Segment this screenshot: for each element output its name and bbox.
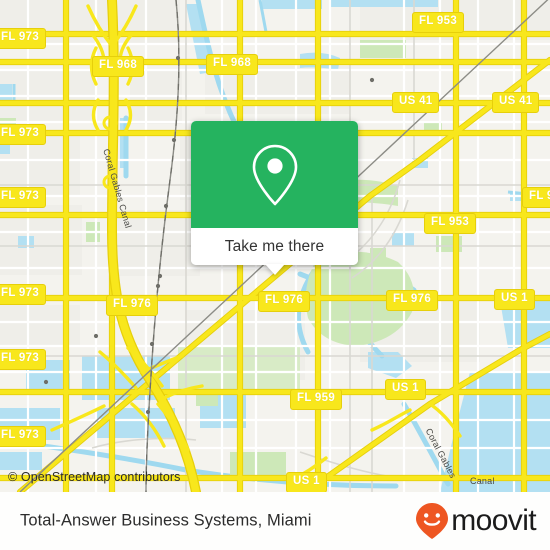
- road-shield: FL 973: [0, 28, 47, 49]
- road-shield: US 41: [492, 92, 540, 113]
- road-shield: FL 973: [0, 187, 47, 208]
- road-shield: FL 976: [258, 291, 311, 312]
- page-title: Total-Answer Business Systems, Miami: [20, 511, 312, 530]
- map-screenshot: FL 973 FL 968 FL 968 FL 953 US 41 US 41 FL 973…: [0, 0, 550, 550]
- map-canvas[interactable]: FL 973 FL 968 FL 968 FL 953 US 41 US 41 FL 973…: [0, 0, 550, 492]
- road-shield: FL 973: [0, 426, 47, 447]
- road-shield: US 1: [494, 289, 535, 310]
- road-shield: FL 953: [412, 12, 465, 33]
- road-shield: FL 973: [0, 349, 47, 370]
- osm-attribution[interactable]: © OpenStreetMap contributors: [8, 470, 181, 484]
- road-shield: FL 976: [386, 290, 439, 311]
- road-shield: FL 973: [0, 284, 47, 305]
- moovit-logo[interactable]: moovit: [415, 502, 537, 540]
- card-action-area[interactable]: Take me there: [191, 228, 358, 265]
- road-shield: FL 9: [522, 187, 550, 208]
- road-shield: US 1: [385, 379, 426, 400]
- road-shield: FL 968: [92, 56, 145, 77]
- footer-bar: Total-Answer Business Systems, Miami moo…: [0, 492, 550, 550]
- moovit-wordmark: moovit: [451, 504, 536, 537]
- road-shield: US 41: [392, 92, 440, 113]
- card-pointer-tip: [264, 264, 285, 275]
- road-shield: US 1: [286, 472, 327, 492]
- road-shield: FL 959: [290, 389, 343, 410]
- water-label: Canal: [470, 476, 495, 486]
- card-image-area: [191, 121, 358, 228]
- road-shield: FL 953: [424, 213, 477, 234]
- take-me-there-label: Take me there: [224, 237, 325, 255]
- road-shield: FL 973: [0, 124, 47, 145]
- place-marker-card[interactable]: Take me there: [191, 121, 358, 275]
- road-shield: FL 976: [106, 295, 159, 316]
- moovit-smiley-pin-icon: [416, 503, 449, 539]
- map-pin-icon: [252, 144, 297, 205]
- road-shield: FL 968: [206, 54, 259, 75]
